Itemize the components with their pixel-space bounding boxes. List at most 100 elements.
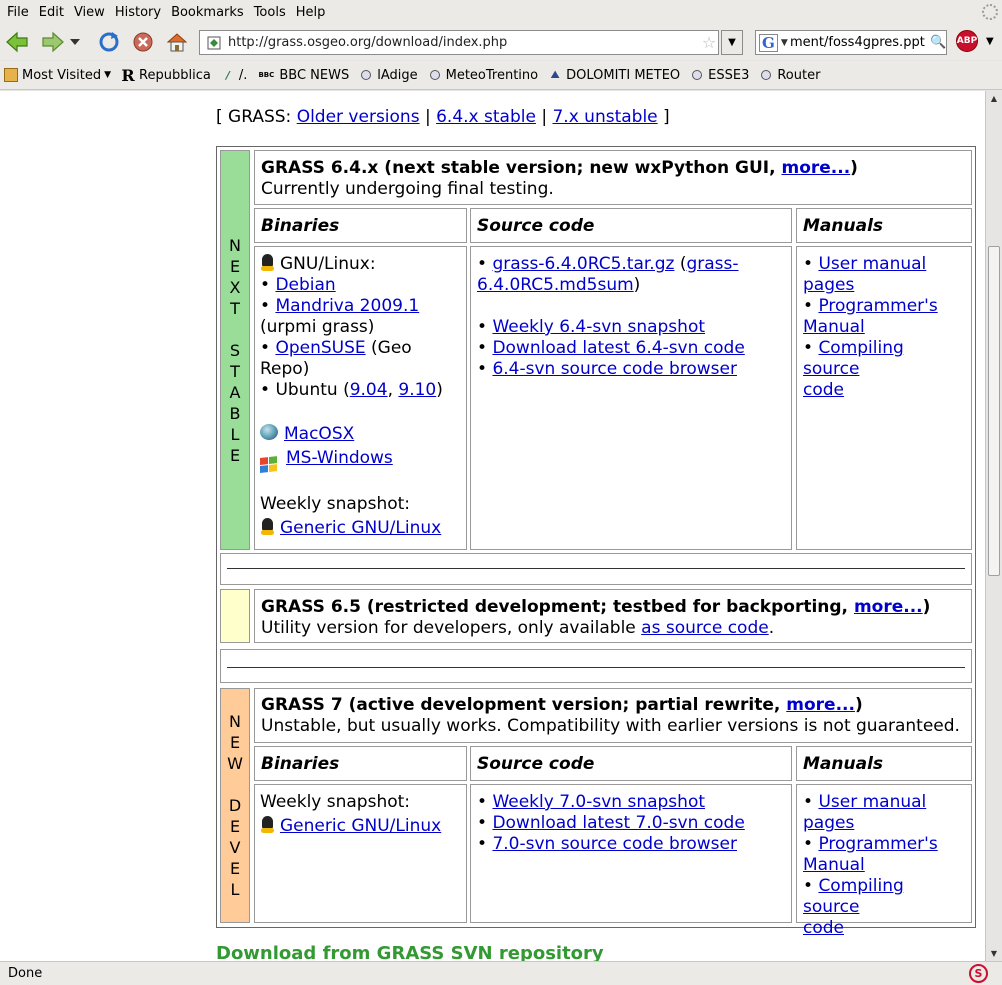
stop-button[interactable] xyxy=(128,27,158,57)
section3-manuals-header: Manuals xyxy=(796,746,972,781)
globe-icon xyxy=(759,68,773,82)
programmers-manual-link-cont[interactable]: Manual xyxy=(803,317,865,337)
google-icon: G xyxy=(759,33,778,52)
search-engine-selector[interactable]: G ▼ xyxy=(756,31,790,54)
url-text[interactable]: http://grass.osgeo.org/download/index.ph… xyxy=(228,35,700,50)
compiling-source-link-cont[interactable]: code xyxy=(803,918,844,938)
programmers-manual-link[interactable]: Programmer's xyxy=(818,834,937,854)
section2-subtitle: Utility version for developers, only ava… xyxy=(261,618,775,638)
bookmark-esse3[interactable]: ESSE3 xyxy=(686,68,755,83)
adblock-dropdown[interactable]: ▼ xyxy=(986,36,994,47)
side-letter: T xyxy=(230,361,240,381)
forward-button[interactable] xyxy=(38,27,68,57)
user-manual-link-cont[interactable]: pages xyxy=(803,813,854,833)
download-64-svn-link[interactable]: Download latest 6.4-svn code xyxy=(492,338,744,358)
section1-subtitle: Currently undergoing final testing. xyxy=(261,179,554,199)
search-input[interactable]: ment/foss4gpres.ppt xyxy=(790,35,930,50)
weekly-70-svn-link[interactable]: Weekly 7.0-svn snapshot xyxy=(492,792,705,812)
menu-help[interactable]: Help xyxy=(291,5,331,20)
side-letter: L xyxy=(230,424,240,444)
menu-edit[interactable]: Edit xyxy=(34,5,69,20)
scroll-down-arrow-icon[interactable]: ▼ xyxy=(986,946,1002,961)
older-versions-link[interactable]: Older versions xyxy=(297,107,420,127)
magnifier-icon[interactable]: 🔍 xyxy=(930,35,946,50)
reload-icon xyxy=(99,32,119,52)
bookmark-most-visited[interactable]: Most Visited ▼ xyxy=(0,68,117,83)
programmers-manual-link[interactable]: Programmer's xyxy=(818,296,937,316)
bookmark-dolomiti-meteo[interactable]: ⛰ DOLOMITI METEO xyxy=(544,68,686,83)
opensuse-link[interactable]: OpenSUSE xyxy=(275,338,365,358)
address-bar[interactable]: http://grass.osgeo.org/download/index.ph… xyxy=(199,30,719,55)
site-identity-icon[interactable] xyxy=(204,33,224,53)
history-dropdown-button[interactable] xyxy=(68,27,82,57)
scrollbar-thumb[interactable] xyxy=(988,246,1000,576)
menu-bookmarks[interactable]: Bookmarks xyxy=(166,5,249,20)
home-button[interactable] xyxy=(162,27,192,57)
bookmark-router[interactable]: Router xyxy=(755,68,826,83)
source-browser-64-link[interactable]: 6.4-svn source code browser xyxy=(492,359,737,379)
section3-binaries-header: Binaries xyxy=(254,746,467,781)
bookmark-label: DOLOMITI METEO xyxy=(566,67,681,83)
mswindows-link[interactable]: MS-Windows xyxy=(286,448,393,468)
md5sum-link-b[interactable]: 6.4.0RC5.md5sum xyxy=(477,275,634,295)
macosx-link[interactable]: MacOSX xyxy=(284,424,354,444)
globe-icon xyxy=(690,68,704,82)
ubuntu-910-link[interactable]: 9.10 xyxy=(398,380,436,400)
section1-more-link[interactable]: more... xyxy=(781,158,850,178)
generic-gnulinux-link[interactable]: Generic GNU/Linux xyxy=(280,816,441,836)
search-bar[interactable]: G ▼ ment/foss4gpres.ppt 🔍 xyxy=(755,30,947,55)
bookmark-label: MeteoTrentino xyxy=(445,67,539,83)
menu-tools[interactable]: Tools xyxy=(249,5,291,20)
ubuntu-904-link[interactable]: 9.04 xyxy=(350,380,388,400)
vertical-scrollbar[interactable]: ▲ ▼ xyxy=(985,91,1002,961)
debian-link[interactable]: Debian xyxy=(275,275,335,295)
unstable-7x-link[interactable]: 7.x unstable xyxy=(552,107,657,127)
md5sum-link-a[interactable]: grass- xyxy=(686,254,738,274)
compiling-source-link[interactable]: Compiling source xyxy=(803,876,904,917)
compiling-source-link[interactable]: Compiling source xyxy=(803,338,904,379)
tarball-link[interactable]: grass-6.4.0RC5.tar.gz xyxy=(492,254,674,274)
bookmark-slashdot[interactable]: / /. xyxy=(217,68,254,83)
url-history-dropdown[interactable]: ▼ xyxy=(721,30,743,55)
download-70-svn-link[interactable]: Download latest 7.0-svn code xyxy=(492,813,744,833)
bookmark-repubblica[interactable]: R Repubblica xyxy=(117,66,217,85)
source-browser-70-link[interactable]: 7.0-svn source code browser xyxy=(492,834,737,854)
bookmark-label: BBC NEWS xyxy=(279,67,350,83)
generic-gnulinux-link[interactable]: Generic GNU/Linux xyxy=(280,518,441,538)
as-source-code-link[interactable]: as source code xyxy=(641,618,769,638)
weekly-64-svn-link[interactable]: Weekly 6.4-svn snapshot xyxy=(492,317,705,337)
mandriva-link[interactable]: Mandriva 2009.1 xyxy=(275,296,419,316)
compiling-source-link-cont[interactable]: code xyxy=(803,380,844,400)
user-manual-link[interactable]: User manual xyxy=(818,792,926,812)
menu-file[interactable]: File xyxy=(2,5,34,20)
bookmark-bbc-news[interactable]: BBC BBC NEWS xyxy=(253,68,355,83)
nav-separator: | xyxy=(541,107,548,127)
generic-linux-row: Generic GNU/Linux xyxy=(260,518,461,539)
section1-title: GRASS 6.4.x (next stable version; new wx… xyxy=(261,158,858,178)
bookmark-star-icon[interactable]: ☆ xyxy=(700,33,718,52)
section3-title: GRASS 7 (active development version; par… xyxy=(261,695,863,715)
section2-more-link[interactable]: more... xyxy=(854,597,923,617)
side-letter: S xyxy=(229,340,241,360)
weekly-64-row: • Weekly 6.4-svn snapshot xyxy=(477,317,706,337)
opensuse-row: • OpenSUSE (Geo xyxy=(260,338,412,358)
programmers-manual-link-cont[interactable]: Manual xyxy=(803,855,865,875)
back-button[interactable] xyxy=(2,27,32,57)
menu-history[interactable]: History xyxy=(110,5,166,20)
stable-64x-link[interactable]: 6.4.x stable xyxy=(436,107,536,127)
nav-suffix: ] xyxy=(663,107,670,127)
bookmark-meteotrentino[interactable]: MeteoTrentino xyxy=(424,68,545,83)
noscript-icon[interactable]: S xyxy=(969,964,988,983)
adblock-plus-button[interactable]: ABP xyxy=(956,30,978,52)
user-manual-link[interactable]: User manual xyxy=(818,254,926,274)
macosx-row: MacOSX xyxy=(260,424,461,445)
bookmark-ladige[interactable]: lAdige xyxy=(355,68,423,83)
section1-binaries-cell: GNU/Linux: • Debian • Mandriva 2009.1 (u… xyxy=(254,246,467,550)
gnulinux-row: GNU/Linux: xyxy=(260,254,461,275)
user-manual-link-cont[interactable]: pages xyxy=(803,275,854,295)
section3-more-link[interactable]: more... xyxy=(786,695,855,715)
menu-view[interactable]: View xyxy=(69,5,110,20)
reload-button[interactable] xyxy=(94,27,124,57)
bookmarks-toolbar: Most Visited ▼ R Repubblica / /. BBC BBC NEW… xyxy=(0,61,1002,90)
scroll-up-arrow-icon[interactable]: ▲ xyxy=(986,91,1002,106)
